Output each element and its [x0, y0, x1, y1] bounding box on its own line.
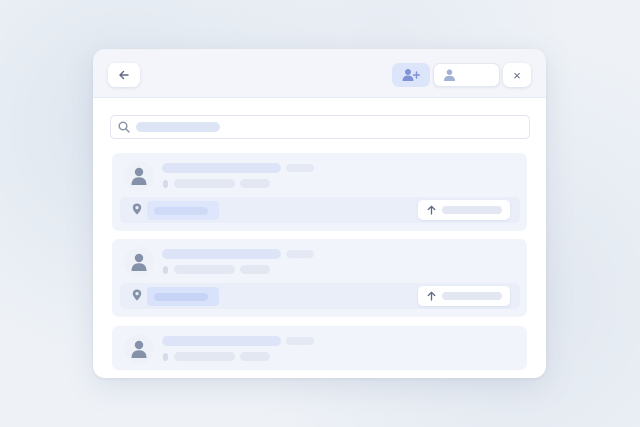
- upload-label-skeleton: [442, 292, 502, 300]
- avatar: [124, 247, 154, 277]
- user-list-panel: ×: [93, 49, 546, 378]
- close-icon: ×: [513, 67, 521, 83]
- user-plus-icon: [402, 69, 420, 81]
- location-row: [120, 197, 520, 223]
- avatar: [124, 334, 154, 364]
- location-tag[interactable]: [147, 201, 219, 220]
- user-meta-dot: [163, 266, 168, 274]
- user-meta-skeleton-2: [240, 352, 270, 361]
- upload-button[interactable]: [418, 286, 510, 306]
- arrow-left-icon: [119, 70, 129, 80]
- location-tag-skeleton: [154, 293, 208, 301]
- search-placeholder-skeleton: [136, 122, 220, 132]
- panel-header: ×: [93, 49, 546, 98]
- location-pin-icon: [132, 203, 142, 215]
- user-meta-skeleton-2: [240, 265, 270, 274]
- user-card[interactable]: [112, 239, 527, 317]
- user-meta-dot: [163, 180, 168, 188]
- close-button[interactable]: ×: [503, 63, 531, 87]
- user-name-skeleton: [162, 163, 281, 173]
- search-field[interactable]: [110, 115, 530, 139]
- profile-button[interactable]: [433, 63, 500, 87]
- user-meta-skeleton: [174, 265, 235, 274]
- user-icon: [131, 253, 147, 271]
- upload-button[interactable]: [418, 200, 510, 220]
- upload-label-skeleton: [442, 206, 502, 214]
- user-meta-skeleton-2: [240, 179, 270, 188]
- location-tag-skeleton: [154, 207, 208, 215]
- search-icon: [118, 121, 130, 133]
- user-icon: [131, 340, 147, 358]
- user-badge-skeleton: [286, 250, 314, 258]
- avatar: [124, 161, 154, 191]
- user-icon: [131, 167, 147, 185]
- user-meta-dot: [163, 353, 168, 361]
- user-badge-skeleton: [286, 164, 314, 172]
- user-meta-skeleton: [174, 352, 235, 361]
- location-pin-icon: [132, 289, 142, 301]
- user-card[interactable]: [112, 326, 527, 370]
- user-icon: [444, 69, 455, 81]
- user-meta-skeleton: [174, 179, 235, 188]
- user-name-skeleton: [162, 336, 281, 346]
- location-tag[interactable]: [147, 287, 219, 306]
- user-badge-skeleton: [286, 337, 314, 345]
- back-button[interactable]: [108, 63, 140, 87]
- user-name-skeleton: [162, 249, 281, 259]
- location-row: [120, 283, 520, 309]
- arrow-up-icon: [427, 205, 436, 215]
- arrow-up-icon: [427, 291, 436, 301]
- user-card[interactable]: [112, 153, 527, 231]
- add-user-button[interactable]: [392, 63, 430, 87]
